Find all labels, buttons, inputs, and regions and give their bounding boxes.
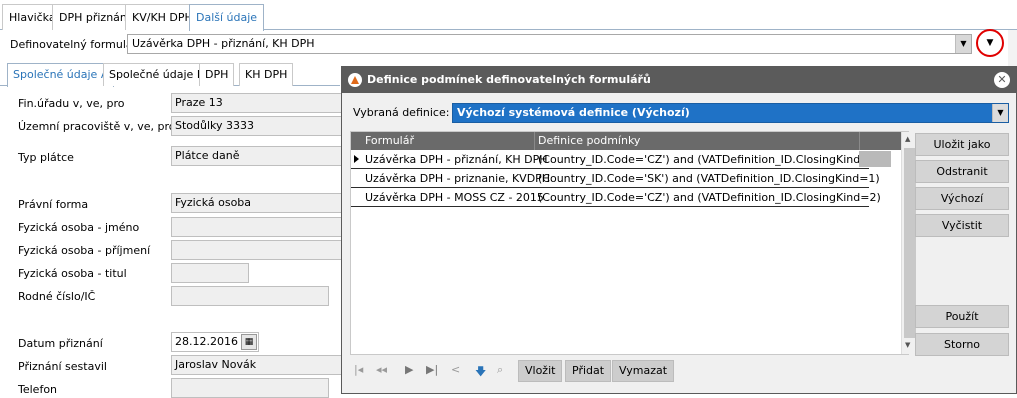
table-row[interactable]: Uzávěrka DPH - priznanie, KVDPH (Country… bbox=[351, 169, 880, 188]
row-condition: (Country_ID.Code='CZ') and (VATDefinitio… bbox=[538, 153, 881, 166]
apply-button[interactable]: Použít bbox=[915, 305, 1009, 328]
back-icon[interactable]: < bbox=[451, 363, 460, 376]
field-label-typ-platce: Typ plátce bbox=[18, 151, 74, 164]
app-logo-icon bbox=[348, 73, 362, 87]
field-label-pravni-forma: Právní forma bbox=[18, 198, 89, 211]
default-button[interactable]: Výchozí bbox=[915, 187, 1009, 210]
row-condition: (Country_ID.Code='CZ') and (VATDefinitio… bbox=[538, 191, 881, 204]
selected-definition-value: Výchozí systémová definice (Výchozí) bbox=[457, 106, 690, 119]
dropdown-arrow-icon[interactable]: ▼ bbox=[955, 35, 971, 53]
def-form-value: Uzávěrka DPH - přiznání, KH DPH bbox=[132, 37, 315, 50]
chevron-down-icon: ▼ bbox=[986, 38, 994, 48]
definition-dialog: Definice podmínek definovatelných formul… bbox=[341, 66, 1017, 394]
table-row[interactable]: Uzávěrka DPH - MOSS CZ - 2015 (Country_I… bbox=[351, 188, 881, 207]
scroll-down-icon[interactable]: ▼ bbox=[905, 341, 910, 349]
field-typ-platce[interactable]: Plátce daně bbox=[171, 146, 351, 166]
field-titul[interactable] bbox=[171, 263, 249, 283]
column-header-formular[interactable]: Formulář bbox=[365, 134, 414, 147]
field-label-datum-priznani: Datum přiznání bbox=[18, 337, 103, 350]
field-prijmeni[interactable] bbox=[171, 240, 351, 260]
tab-dalsi-udaje[interactable]: Další údaje bbox=[189, 4, 265, 31]
cancel-button[interactable]: Storno bbox=[915, 333, 1009, 356]
tab-dph[interactable]: DPH bbox=[199, 63, 235, 86]
row-pointer-icon bbox=[354, 155, 359, 163]
def-form-menu-button[interactable]: ▼ bbox=[976, 29, 1004, 57]
column-header-definice[interactable]: Definice podmínky bbox=[538, 134, 640, 147]
delete-button[interactable]: Odstranit bbox=[915, 160, 1009, 183]
field-jmeno[interactable] bbox=[171, 217, 351, 237]
remove-button[interactable]: Vymazat bbox=[612, 360, 675, 382]
row-form: Uzávěrka DPH - přiznání, KH DPH bbox=[365, 153, 548, 166]
row-form: Uzávěrka DPH - priznanie, KVDPH bbox=[365, 172, 551, 185]
clear-button[interactable]: Vyčistit bbox=[915, 214, 1009, 237]
field-label-rodne-cislo: Rodné číslo/IČ bbox=[18, 290, 96, 303]
field-pravni-forma[interactable]: Fyzická osoba bbox=[171, 193, 351, 213]
definitions-grid: Formulář Definice podmínky Uzávěrka DPH … bbox=[350, 131, 917, 355]
field-uzemni-pracoviste[interactable]: Stodůlky 3333 bbox=[171, 116, 351, 136]
insert-button[interactable]: Vložit bbox=[518, 360, 563, 382]
tab-kh-dph[interactable]: KH DPH bbox=[239, 63, 294, 86]
sub-tabbar: Společné údaje A Společné údaje B DPH KH… bbox=[0, 61, 340, 87]
field-label-titul: Fyzická osoba - titul bbox=[18, 267, 127, 280]
scroll-up-icon[interactable]: ▲ bbox=[905, 135, 910, 143]
column-divider bbox=[859, 132, 860, 150]
download-arrow-icon[interactable]: 🡇 bbox=[475, 363, 486, 382]
next-record-icon[interactable]: ▶ bbox=[405, 363, 413, 376]
field-rodne-cislo[interactable] bbox=[171, 286, 329, 306]
dialog-title: Definice podmínek definovatelných formul… bbox=[367, 73, 651, 86]
field-label-fin-uradu: Fin.úřadu v, ve, pro bbox=[18, 97, 125, 110]
close-icon[interactable]: ✕ bbox=[994, 72, 1010, 88]
field-fin-uradu[interactable]: Praze 13 bbox=[171, 93, 351, 113]
add-button[interactable]: Přidat bbox=[565, 360, 612, 382]
dialog-titlebar: Definice podmínek definovatelných formul… bbox=[342, 67, 1016, 93]
save-as-button[interactable]: Uložit jako bbox=[915, 133, 1009, 156]
grid-navigator: |◂ ◂◂ ▶ ▶| < 🡇 ⌕ Vložit Přidat Vymazat bbox=[350, 359, 909, 383]
tab-spolecne-a[interactable]: Společné údaje A bbox=[7, 63, 115, 87]
last-record-icon[interactable]: ▶| bbox=[426, 363, 438, 376]
field-label-uzemni-pracoviste: Územní pracoviště v, ve, pro bbox=[18, 120, 176, 133]
selected-definition-label: Vybraná definice: bbox=[353, 106, 450, 119]
field-priznani-sestavil[interactable]: Jaroslav Novák bbox=[171, 355, 351, 375]
main-tabbar: Hlavička DPH přiznání KV/KH DPH Další úd… bbox=[0, 0, 1017, 31]
tab-spolecne-b[interactable]: Společné údaje B bbox=[103, 63, 211, 86]
grid-header: Formulář Definice podmínky bbox=[351, 132, 908, 150]
field-label-telefon: Telefon bbox=[18, 383, 58, 396]
column-divider bbox=[534, 132, 535, 150]
selected-definition-select[interactable]: Výchozí systémová definice (Výchozí) ▼ bbox=[452, 103, 1009, 123]
first-record-icon[interactable]: |◂ bbox=[354, 363, 363, 376]
calendar-icon[interactable]: ▦ bbox=[241, 334, 257, 350]
def-form-select[interactable]: Uzávěrka DPH - přiznání, KH DPH ▼ bbox=[127, 34, 972, 54]
table-row[interactable]: Uzávěrka DPH - přiznání, KH DPH (Country… bbox=[351, 150, 891, 169]
row-form: Uzávěrka DPH - MOSS CZ - 2015 bbox=[365, 191, 544, 204]
field-label-prijmeni: Fyzická osoba - příjmení bbox=[18, 244, 151, 257]
row-selection-cell bbox=[859, 151, 891, 167]
field-label-jmeno: Fyzická osoba - jméno bbox=[18, 221, 140, 234]
field-label-priznani-sestavil: Přiznání sestavil bbox=[18, 360, 107, 373]
def-form-label: Definovatelný formulář: bbox=[10, 38, 141, 51]
prev-page-icon[interactable]: ◂◂ bbox=[376, 363, 387, 376]
row-condition: (Country_ID.Code='SK') and (VATDefinitio… bbox=[538, 172, 880, 185]
search-icon[interactable]: ⌕ bbox=[497, 363, 503, 377]
field-telefon[interactable] bbox=[171, 378, 329, 398]
dropdown-arrow-icon[interactable]: ▼ bbox=[992, 104, 1008, 122]
